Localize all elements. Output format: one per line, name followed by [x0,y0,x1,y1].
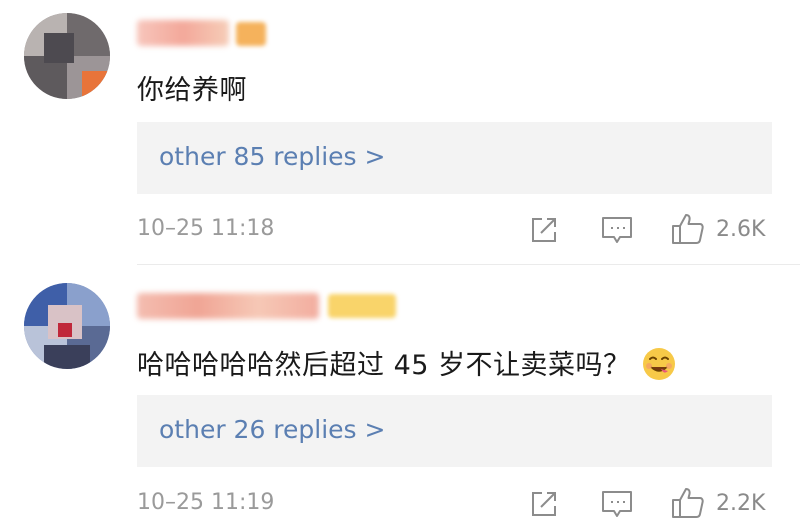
replies-box[interactable]: other 85 replies > [137,122,772,194]
share-icon [532,218,556,242]
like-count: 2.2K [716,491,766,516]
comment-item: 你给养啊 other 85 replies > 10–25 11:18 2.6K [0,0,800,265]
comment-icon [602,217,632,243]
user-badge [236,22,266,46]
like-button[interactable] [670,212,706,246]
comment-icon [602,491,632,517]
comment-item: 哈哈哈哈哈然后超过 45 岁不让卖菜吗？ other 26 replies > … [0,265,800,530]
user-badge [328,294,396,318]
share-button[interactable] [528,214,560,246]
timestamp: 10–25 11:18 [137,216,275,241]
like-button[interactable] [670,486,706,520]
avatar[interactable] [24,283,110,369]
like-icon [672,214,704,244]
yum-face-emoji [641,346,677,382]
replies-box[interactable]: other 26 replies > [137,395,772,467]
view-replies-link[interactable]: other 85 replies > [159,142,385,171]
comment-button[interactable] [600,214,634,246]
comment-text-content: 哈哈哈哈哈然后超过 45 岁不让卖菜吗？ [137,350,631,381]
avatar[interactable] [24,13,110,99]
timestamp: 10–25 11:19 [137,490,275,515]
view-replies-link[interactable]: other 26 replies > [159,415,385,444]
comment-text: 哈哈哈哈哈然后超过 45 岁不让卖菜吗？ [137,343,677,382]
username[interactable] [137,20,229,46]
comment-button[interactable] [600,488,634,520]
like-count: 2.6K [716,217,766,242]
like-icon [672,488,704,518]
share-button[interactable] [528,488,560,520]
share-icon [532,492,556,516]
comment-text: 你给养啊 [137,75,247,106]
username[interactable] [137,293,319,319]
